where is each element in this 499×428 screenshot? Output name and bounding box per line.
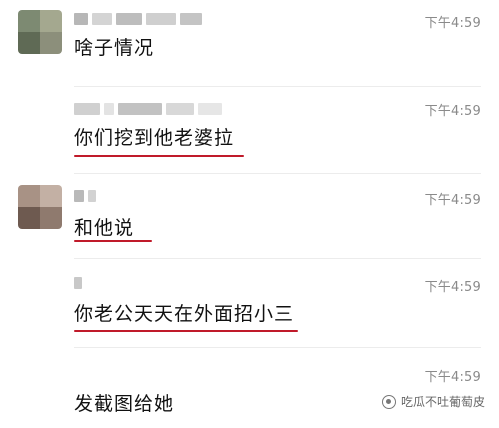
sender-name-redacted [74,189,96,202]
sender-name-redacted [74,12,202,25]
message-divider [74,258,481,259]
chat-message: 下午4:59 发截图给她 [0,349,499,428]
text-underline [74,330,298,332]
message-timestamp: 下午4:59 [424,193,481,208]
message-divider [74,173,481,174]
message-timestamp: 下午4:59 [424,16,481,31]
chat-message: 下午4:59 你老公天天在外面招小三 [0,260,499,348]
text-underline [74,155,244,157]
message-text[interactable]: 和他说 [74,216,134,240]
watermark-text: 吃瓜不吐葡萄皮 [400,395,485,409]
avatar[interactable] [18,10,62,54]
sender-name-redacted [74,276,82,289]
message-text[interactable]: 发截图给她 [74,392,174,416]
message-text[interactable]: 你老公天天在外面招小三 [74,302,294,326]
message-divider [74,86,481,87]
wechat-channel-icon [381,394,396,409]
chat-message: 下午4:59 啥子情况 [0,0,499,78]
text-underline [74,240,152,242]
chat-message: 下午4:59 你们挖到他老婆拉 [0,88,499,168]
message-text[interactable]: 你们挖到他老婆拉 [74,126,234,150]
sender-name-redacted [74,102,222,115]
avatar[interactable] [18,185,62,229]
chat-message: 下午4:59 和他说 [0,175,499,255]
message-timestamp: 下午4:59 [424,104,481,119]
message-text[interactable]: 啥子情况 [74,36,154,60]
watermark: 吃瓜不吐葡萄皮 [381,393,485,410]
message-timestamp: 下午4:59 [424,370,481,385]
message-timestamp: 下午4:59 [424,280,481,295]
message-divider [74,347,481,348]
